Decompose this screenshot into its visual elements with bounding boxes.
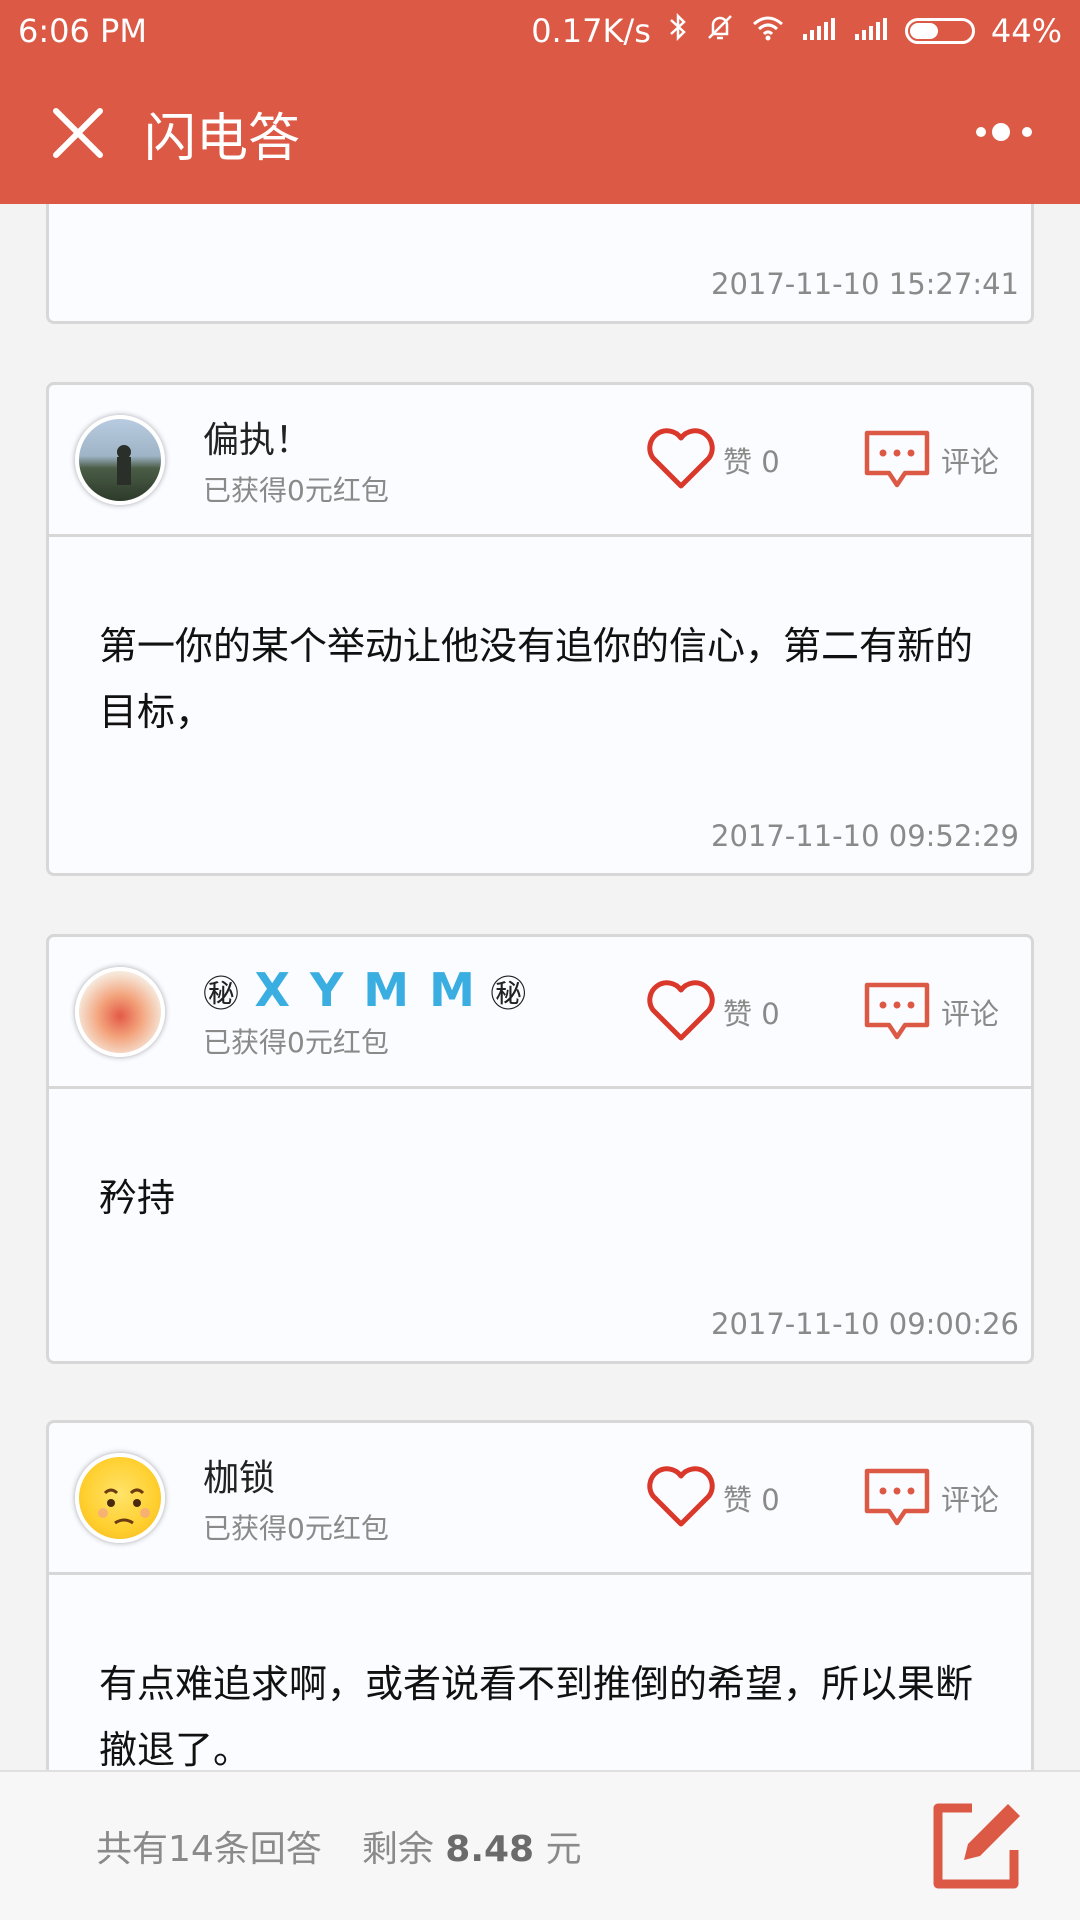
battery-icon: [904, 18, 975, 44]
answer-card-header: 枷锁 已获得0元红包 赞 0 评论: [49, 1423, 1031, 1575]
network-speed: 0.17K/s: [531, 12, 651, 50]
comment-button[interactable]: 评论: [861, 977, 999, 1047]
user-earned: 已获得0元红包: [203, 1026, 389, 1059]
comment-label: 评论: [941, 1483, 1000, 1517]
app-header: 闪电答: [0, 62, 1080, 204]
name-suffix-symbol: ㊙: [490, 974, 529, 1015]
mute-bell-icon: [705, 12, 735, 50]
answer-card-partial: 2017-11-10 15:27:41: [46, 204, 1034, 324]
close-icon: [53, 108, 103, 158]
signal-icon: [801, 12, 837, 50]
status-time: 6:06 PM: [18, 12, 147, 50]
compose-answer-button[interactable]: [928, 1798, 1024, 1894]
comment-label: 评论: [941, 445, 1000, 479]
answer-time: 2017-11-10 09:52:29: [711, 819, 1019, 853]
more-button[interactable]: [960, 92, 1050, 172]
remain-unit: 元: [545, 1829, 582, 1870]
avatar[interactable]: [75, 415, 165, 505]
answer-time: 2017-11-10 09:00:26: [711, 1307, 1019, 1341]
heart-icon: [647, 1466, 715, 1527]
wifi-icon: [751, 12, 785, 50]
more-icon: [976, 123, 1032, 141]
like-button[interactable]: 赞 0: [645, 1463, 780, 1533]
like-count: 赞 0: [723, 445, 780, 479]
like-count: 赞 0: [723, 997, 780, 1031]
like-button[interactable]: 赞 0: [645, 977, 780, 1047]
answer-card-header: ㊙ X Y M M ㊙ 已获得0元红包 赞 0 评论: [49, 937, 1031, 1089]
status-icons: 0.17K/s 44%: [531, 12, 1062, 50]
comment-button[interactable]: 评论: [861, 1463, 999, 1533]
answer-card-header: 偏执！ 已获得0元红包 赞 0 评论: [49, 385, 1031, 537]
answer-content: 矜持: [99, 1176, 176, 1220]
comment-icon: [864, 982, 930, 1040]
comment-label: 评论: [941, 997, 1000, 1031]
answer-time: 2017-11-10 15:27:41: [711, 267, 1019, 301]
close-button[interactable]: [28, 83, 128, 183]
avatar[interactable]: [75, 1453, 165, 1543]
like-count: 赞 0: [723, 1483, 780, 1517]
answer-card: 偏执！ 已获得0元红包 赞 0 评论 第一你的某个举动让他没有追你的信心，第二有…: [46, 382, 1034, 876]
user-name: ㊙ X Y M M ㊙: [203, 963, 528, 1017]
like-button[interactable]: 赞 0: [645, 425, 780, 495]
remaining-amount: 剩余 8.48 元: [362, 1820, 582, 1872]
name-prefix-symbol: ㊙: [203, 974, 242, 1015]
remain-amount: 8.48: [445, 1829, 535, 1870]
answer-list[interactable]: 2017-11-10 15:27:41 偏执！ 已获得0元红包 赞 0 评论 第…: [0, 204, 1080, 1770]
comment-button[interactable]: 评论: [861, 425, 999, 495]
answer-card: 枷锁 已获得0元红包 赞 0 评论 有点难追求啊，或者说看不到推倒的希望，所以果…: [46, 1420, 1034, 1770]
answer-content: 有点难追求啊，或者说看不到推倒的希望，所以果断撤退了。: [99, 1662, 974, 1770]
avatar[interactable]: [75, 967, 165, 1057]
comment-icon: [864, 430, 930, 488]
name-main: X Y M M: [254, 963, 477, 1017]
user-name: 枷锁: [203, 1458, 276, 1499]
user-earned: 已获得0元红包: [203, 1512, 389, 1545]
edit-icon: [933, 1803, 1020, 1889]
user-name: 偏执！: [203, 420, 312, 461]
heart-icon: [647, 980, 715, 1041]
battery-percent: 44%: [990, 12, 1062, 50]
bluetooth-icon: [667, 12, 689, 50]
heart-icon: [647, 428, 715, 489]
answer-content: 第一你的某个举动让他没有追你的信心，第二有新的目标，: [99, 624, 974, 734]
signal-2-icon: [853, 12, 889, 50]
user-earned: 已获得0元红包: [203, 474, 389, 507]
status-bar: 6:06 PM 0.17K/s 44%: [0, 0, 1080, 62]
bottom-bar: 共有14条回答 剩余 8.48 元: [0, 1770, 1080, 1920]
answer-card: ㊙ X Y M M ㊙ 已获得0元红包 赞 0 评论 矜持 2017-11-10…: [46, 934, 1034, 1364]
page-title: 闪电答: [144, 108, 301, 169]
remain-prefix: 剩余: [361, 1829, 434, 1870]
answer-total: 共有14条回答: [96, 1829, 322, 1870]
comment-icon: [864, 1468, 930, 1526]
